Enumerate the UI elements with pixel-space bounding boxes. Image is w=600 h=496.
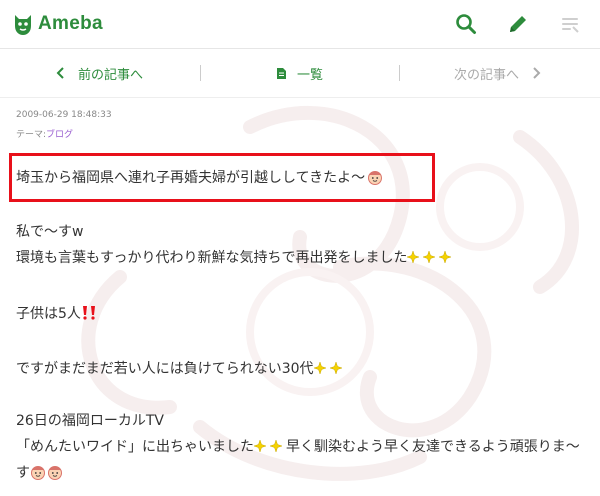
logo-text: Ameba [38,13,103,34]
body-line-6a-text: 「めんたいワイド」に出ちゃいました [16,439,254,455]
sparkle-emoji-icon [407,250,453,264]
theme-link[interactable]: ブログ [46,130,73,140]
document-icon [277,67,286,79]
body-line-7: す [16,462,64,482]
body-line-2-text: 環境も言葉もすっかり代わり新鮮な気持ちで再出発をしました [16,250,408,266]
nav-divider [200,65,201,81]
body-line-3: 子供は5人 [16,303,97,323]
app-header: Ameba [0,0,600,49]
smiley-face-emoji-icon [31,466,62,480]
nav-divider [399,65,400,81]
smiley-face-emoji-icon [368,171,383,185]
body-line-3-text: 子供は5人 [16,306,81,322]
sparkle-emoji-icon [254,439,283,453]
menu-list-icon [562,18,579,33]
body-line-6b-text: 早く馴染むよう早く友達できるよう頑張りま〜 [286,439,580,455]
chevron-left-icon [56,67,64,79]
body-line-4: ですがまだまだ若い人には負けてられない30代 [16,358,344,378]
body-line-6: 「めんたいワイド」に出ちゃいました 早く馴染むよう早く友達できるよう頑張りま〜 [16,436,580,456]
ameba-mascot-icon [15,15,31,35]
prev-article-link[interactable]: 前の記事へ [56,49,143,97]
chevron-right-icon [533,67,541,79]
next-article-link[interactable]: 次の記事へ [454,49,541,97]
entry-theme: テーマ:ブログ [16,127,73,140]
write-post-button[interactable] [504,10,532,38]
entry-title-text: 埼玉から福岡県へ連れ子再婚夫婦が引越ししてきたよ〜 [16,170,366,186]
sparkle-emoji-icon [313,361,343,375]
body-line-2: 環境も言葉もすっかり代わり新鮮な気持ちで再出発をしました [16,247,455,267]
prev-article-label: 前の記事へ [78,67,144,83]
menu-button[interactable] [556,10,584,38]
body-line-1: 私で〜すw [16,224,84,240]
article-list-link[interactable]: 一覧 [276,49,323,97]
search-icon [456,14,476,34]
article-nav: 前の記事へ 一覧 次の記事へ [0,49,600,98]
pencil-icon [510,16,526,32]
body-line-4-text: ですがまだまだ若い人には負けてられない30代 [16,361,314,377]
article-list-label: 一覧 [297,67,324,83]
entry-title-line: 埼玉から福岡県へ連れ子再婚夫婦が引越ししてきたよ〜 [16,167,384,187]
theme-prefix: テーマ: [16,130,47,140]
body-line-7-text: す [16,465,30,481]
entry-date: 2009-06-29 18:48:33 [16,110,112,120]
next-article-label: 次の記事へ [454,67,520,83]
body-line-5: 26日の福岡ローカルTV [16,413,164,429]
double-exclamation-icon [82,306,95,320]
search-button[interactable] [452,10,480,38]
ameba-logo[interactable]: Ameba [12,10,103,38]
